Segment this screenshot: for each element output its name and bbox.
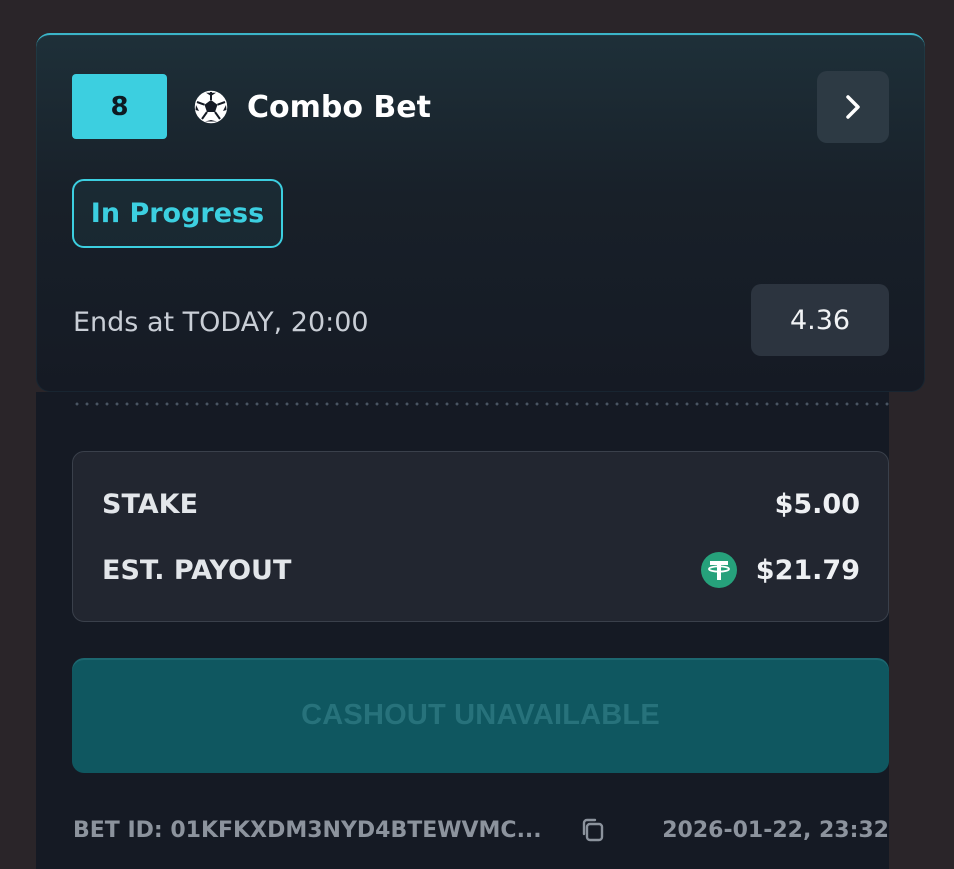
legs-count-badge: 8: [72, 74, 167, 139]
copy-icon[interactable]: [578, 815, 608, 845]
payout-value: $21.79: [755, 554, 860, 586]
ends-at-text: Ends at TODAY, 20:00: [73, 306, 369, 338]
bet-date: 2026-01-22, 23:32: [662, 817, 889, 843]
bet-summary: STAKE $5.00 EST. PAYOUT $21.79: [72, 451, 889, 622]
stake-label: STAKE: [102, 488, 199, 520]
perforation-divider: [72, 402, 889, 406]
card-notch: [36, 392, 72, 414]
payout-label: EST. PAYOUT: [102, 554, 292, 586]
expand-button[interactable]: [817, 71, 889, 143]
bet-title: Combo Bet: [247, 89, 431, 125]
soccer-ball-icon: [194, 90, 228, 124]
tether-icon: [701, 552, 737, 588]
chevron-right-icon: [846, 95, 860, 119]
status-badge: In Progress: [72, 179, 283, 248]
cashout-button[interactable]: CASHOUT UNAVAILABLE: [72, 658, 889, 773]
stake-value: $5.00: [774, 488, 860, 520]
odds-badge: 4.36: [751, 284, 889, 356]
bet-id: BET ID: 01KFKXDM3NYD4BTEWVMC...: [73, 817, 542, 843]
